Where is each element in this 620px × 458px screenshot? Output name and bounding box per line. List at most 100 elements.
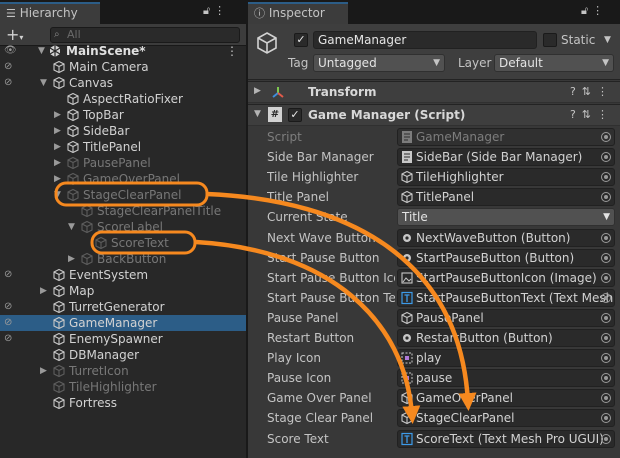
static-checkbox[interactable] (543, 33, 557, 47)
visibility-hidden-icon[interactable]: ⊘ (4, 299, 12, 315)
hierarchy-item[interactable]: ⊘ Main Camera (0, 59, 246, 75)
object-reference-field[interactable]: TileHighlighter (397, 168, 615, 187)
more-menu-icon[interactable]: ⋮ (226, 43, 238, 59)
hierarchy-item[interactable]: ⊘ EventSystem (0, 267, 246, 283)
object-reference-field[interactable]: StartPauseButtonIcon (Image) (397, 268, 615, 287)
create-button[interactable]: +▾ (6, 25, 23, 44)
more-menu-icon[interactable]: ⋮ (592, 4, 607, 17)
object-picker-icon[interactable] (601, 272, 611, 283)
object-picker-icon[interactable] (601, 292, 611, 303)
object-reference-field[interactable]: StartPauseButtonText (Text Mesh Pro UGUI… (397, 288, 615, 307)
object-picker-icon[interactable] (601, 393, 611, 404)
hierarchy-item[interactable]: ▶ TitlePanel (0, 139, 246, 155)
hierarchy-item[interactable]: ▶ GameOverPanel (0, 171, 246, 187)
visibility-hidden-icon[interactable]: ⊘ (4, 59, 12, 75)
hierarchy-item[interactable]: AspectRatioFixer (0, 91, 246, 107)
object-reference-field[interactable]: NextWaveButton (Button) (397, 228, 615, 247)
object-reference-field[interactable]: GameOverPanel (397, 389, 615, 408)
chevron-right-icon[interactable]: ▶ (40, 283, 50, 299)
object-reference-field[interactable]: ScoreText (Text Mesh Pro UGUI) (397, 429, 615, 448)
script-component-header[interactable]: ▼ # ✓ Game Manager (Script) ?⇅⋮ (248, 104, 620, 126)
object-picker-icon[interactable] (601, 252, 611, 263)
current-state-dropdown[interactable]: Title ▼ (397, 208, 615, 227)
transform-component-header[interactable]: ▶ Transform ?⇅⋮ (248, 81, 620, 103)
chevron-down-icon[interactable]: ▼ (38, 43, 48, 59)
object-name-field[interactable]: GameManager (313, 31, 537, 49)
object-picker-icon[interactable] (601, 232, 611, 243)
property-row: Title Panel TitlePanel (248, 187, 620, 207)
hierarchy-item[interactable]: DBManager (0, 347, 246, 363)
hierarchy-item[interactable]: ▶ TurretIcon (0, 363, 246, 379)
hierarchy-item[interactable]: ▶ SideBar (0, 123, 246, 139)
object-reference-field[interactable]: StageClearPanel (397, 409, 615, 428)
tag-dropdown[interactable]: Untagged ▼ (313, 54, 445, 72)
layer-dropdown[interactable]: Default ▼ (494, 54, 614, 72)
hierarchy-item[interactable]: Fortress (0, 395, 246, 411)
chevron-right-icon[interactable]: ▶ (254, 86, 261, 96)
visibility-hidden-icon[interactable]: ⊘ (4, 75, 12, 91)
scene-row[interactable]: 👁︎ ▼ MainScene* ⋮ (0, 43, 246, 59)
object-reference-field[interactable]: PausePanel (397, 308, 615, 327)
preset-icon[interactable]: ⇅ (582, 85, 597, 98)
tab-hierarchy[interactable]: ☰ Hierarchy (0, 2, 100, 24)
chevron-right-icon[interactable]: ▶ (54, 123, 64, 139)
object-reference-field[interactable]: StartPauseButton (Button) (397, 248, 615, 267)
chevron-right-icon[interactable]: ▶ (54, 107, 64, 123)
hierarchy-item[interactable]: ⊘ ▼ Canvas (0, 75, 246, 91)
visibility-hidden-icon[interactable]: ⊘ (4, 315, 12, 331)
tab-inspector[interactable]: ⓘ Inspector (248, 2, 348, 24)
visibility-hidden-icon[interactable]: ⊘ (4, 267, 12, 283)
hierarchy-item[interactable]: ▶ PausePanel (0, 155, 246, 171)
help-icon[interactable]: ? (570, 85, 582, 98)
object-reference-field[interactable]: play (397, 349, 615, 368)
chevron-right-icon[interactable]: ▶ (54, 155, 64, 171)
more-menu-icon[interactable]: ⋮ (597, 108, 614, 121)
object-picker-icon[interactable] (601, 132, 611, 142)
object-picker-icon[interactable] (601, 172, 611, 183)
hierarchy-item[interactable]: ⊘ TurretGenerator (0, 299, 246, 315)
chevron-down-icon[interactable]: ▼ (54, 187, 64, 203)
hierarchy-item[interactable]: TileHighlighter (0, 379, 246, 395)
chevron-down-icon[interactable]: ▼ (40, 75, 50, 91)
visibility-hidden-icon[interactable]: ⊘ (4, 331, 12, 347)
more-menu-icon[interactable]: ⋮ (214, 4, 229, 17)
preset-icon[interactable]: ⇅ (582, 108, 597, 121)
object-picker-icon[interactable] (601, 373, 611, 384)
script-enabled-checkbox[interactable]: ✓ (288, 108, 302, 122)
help-icon[interactable]: ? (570, 108, 582, 121)
object-picker-icon[interactable] (601, 312, 611, 323)
hierarchy-item[interactable]: ⊘ GameManager (0, 315, 246, 331)
visibility-eye-icon[interactable]: 👁︎ (4, 43, 17, 59)
active-checkbox[interactable]: ✓ (294, 33, 308, 47)
hierarchy-item[interactable]: ScoreText (0, 235, 246, 251)
hierarchy-item[interactable]: ▼ StageClearPanel (0, 187, 246, 203)
chevron-down-icon[interactable]: ▼ (68, 219, 78, 235)
object-picker-icon[interactable] (601, 433, 611, 444)
chevron-right-icon[interactable]: ▶ (40, 363, 50, 379)
chevron-right-icon[interactable]: ▶ (54, 171, 64, 187)
object-reference-field[interactable]: pause (397, 369, 615, 388)
search-input[interactable]: ⌕ All (50, 27, 240, 43)
hierarchy-item[interactable]: ▶ Map (0, 283, 246, 299)
chevron-right-icon[interactable]: ▶ (68, 251, 78, 267)
hierarchy-item[interactable]: ▼ ScoreLabel (0, 219, 246, 235)
hierarchy-item[interactable]: ⊘ EnemySpawner (0, 331, 246, 347)
object-reference-field[interactable]: RestartButton (Button) (397, 329, 615, 347)
object-picker-icon[interactable] (601, 353, 611, 364)
chevron-right-icon[interactable]: ▶ (54, 139, 64, 155)
chevron-down-icon[interactable]: ▼ (254, 109, 261, 119)
lock-icon[interactable]: 🔓︎ (203, 4, 214, 17)
object-picker-icon[interactable] (601, 192, 611, 203)
hierarchy-item[interactable]: ▶ BackButton (0, 251, 246, 267)
reference-value: StageClearPanel (416, 411, 515, 426)
lock-icon[interactable]: 🔓︎ (581, 4, 592, 17)
more-menu-icon[interactable]: ⋮ (597, 85, 614, 98)
hierarchy-item[interactable]: ▶ TopBar (0, 107, 246, 123)
object-reference-field[interactable]: TitlePanel (397, 188, 615, 207)
object-reference-field[interactable]: SideBar (Side Bar Manager) (397, 148, 615, 167)
chevron-down-icon[interactable]: ▼ (604, 31, 611, 49)
hierarchy-item[interactable]: StageClearPanelTitle (0, 203, 246, 219)
object-picker-icon[interactable] (601, 152, 611, 163)
object-picker-icon[interactable] (601, 413, 611, 424)
object-picker-icon[interactable] (601, 333, 611, 343)
